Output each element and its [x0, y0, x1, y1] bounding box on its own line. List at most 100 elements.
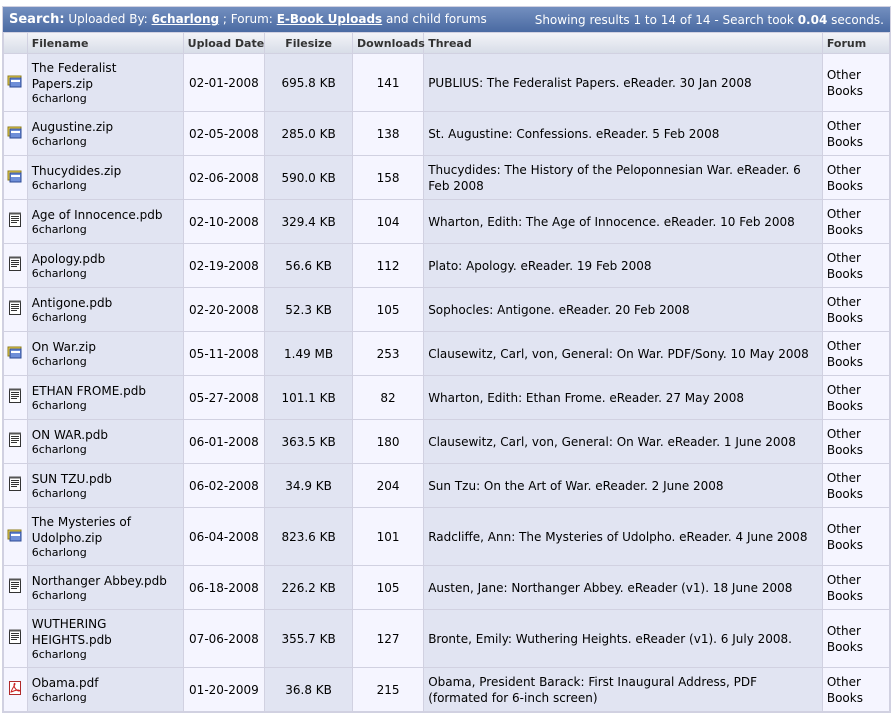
uploader-link[interactable]: 6charlong: [152, 12, 220, 26]
thread-link[interactable]: Thucydides: The History of the Peloponne…: [424, 156, 822, 199]
thread-link[interactable]: Bronte, Emily: Wuthering Heights. eReade…: [424, 610, 822, 667]
download-count: 82: [352, 376, 424, 419]
uploader-name: 6charlong: [31, 546, 87, 559]
search-criteria: Search: Uploaded By: 6charlong ; Forum: …: [9, 12, 487, 27]
forum-cell: Other Books: [822, 244, 889, 287]
file-type-cell: [4, 288, 27, 331]
forum-label: ; Forum:: [222, 12, 273, 26]
uploader-name: 6charlong: [31, 487, 87, 500]
filename-link[interactable]: ETHAN FROME.pdb: [32, 383, 179, 399]
forum-link-row[interactable]: Other Books: [827, 67, 885, 99]
filename-link[interactable]: Antigone.pdb: [32, 295, 179, 311]
filesize: 101.1 KB: [265, 376, 352, 419]
filename-link[interactable]: Apology.pdb: [32, 251, 179, 267]
forum-link-row[interactable]: Other Books: [827, 426, 885, 458]
filename-link[interactable]: The Federalist Papers.zip: [32, 60, 179, 92]
forum-cell: Other Books: [822, 668, 889, 711]
download-count: 180: [352, 420, 424, 463]
filesize: 56.6 KB: [265, 244, 352, 287]
upload-date: 06-01-2008: [183, 420, 265, 463]
forum-link-row[interactable]: Other Books: [827, 338, 885, 370]
forum-link-row[interactable]: Other Books: [827, 382, 885, 414]
filename-link[interactable]: Age of Innocence.pdb: [32, 207, 179, 223]
filename-link[interactable]: Northanger Abbey.pdb: [32, 573, 179, 589]
thread-link[interactable]: Austen, Jane: Northanger Abbey. eReader …: [424, 566, 822, 609]
column-header-forum[interactable]: Forum: [822, 33, 889, 53]
forum-cell: Other Books: [822, 156, 889, 199]
file-type-cell: [4, 244, 27, 287]
column-header-filesize[interactable]: Filesize: [265, 33, 352, 53]
search-results-panel: Search: Uploaded By: 6charlong ; Forum: …: [2, 6, 891, 713]
forum-link-row[interactable]: Other Books: [827, 118, 885, 150]
filesize: 329.4 KB: [265, 200, 352, 243]
thread-link[interactable]: PUBLIUS: The Federalist Papers. eReader.…: [424, 54, 822, 111]
forum-cell: Other Books: [822, 200, 889, 243]
forum-link-row[interactable]: Other Books: [827, 521, 885, 553]
thread-link[interactable]: Plato: Apology. eReader. 19 Feb 2008: [424, 244, 822, 287]
forum-link-row[interactable]: Other Books: [827, 470, 885, 502]
forum-link[interactable]: E-Book Uploads: [277, 12, 383, 26]
filename-cell: Thucydides.zip 6charlong: [27, 156, 183, 199]
filesize: 363.5 KB: [265, 420, 352, 463]
file-type-cell: [4, 376, 27, 419]
thread-link[interactable]: Obama, President Barack: First Inaugural…: [424, 668, 822, 711]
forum-link-row[interactable]: Other Books: [827, 572, 885, 604]
uploaded-by-label: Uploaded By:: [68, 12, 148, 26]
thread-link[interactable]: Wharton, Edith: Ethan Frome. eReader. 27…: [424, 376, 822, 419]
filename-link[interactable]: On War.zip: [32, 339, 179, 355]
table-body: The Federalist Papers.zip 6charlong 02-0…: [4, 54, 889, 711]
filename-link[interactable]: Augustine.zip: [32, 119, 179, 135]
uploader-name: 6charlong: [31, 179, 87, 192]
upload-date: 06-04-2008: [183, 508, 265, 565]
forum-link-row[interactable]: Other Books: [827, 674, 885, 706]
table-row: WUTHERING HEIGHTS.pdb 6charlong 07-06-20…: [4, 610, 889, 667]
table-row: Thucydides.zip 6charlong 02-06-2008 590.…: [4, 156, 889, 199]
thread-link[interactable]: St. Augustine: Confessions. eReader. 5 F…: [424, 112, 822, 155]
document-icon: [7, 388, 23, 404]
filesize: 355.7 KB: [265, 610, 352, 667]
zip-archive-icon: [7, 73, 23, 89]
thread-link[interactable]: Clausewitz, Carl, von, General: On War. …: [424, 332, 822, 375]
filename-link[interactable]: ON WAR.pdb: [32, 427, 179, 443]
download-count: 253: [352, 332, 424, 375]
upload-date: 06-02-2008: [183, 464, 265, 507]
uploader-name: 6charlong: [31, 223, 87, 236]
forum-link-row[interactable]: Other Books: [827, 294, 885, 326]
upload-date: 05-27-2008: [183, 376, 265, 419]
file-type-cell: [4, 610, 27, 667]
column-header-upload-date[interactable]: Upload Date: [183, 33, 265, 53]
filename-cell: The Federalist Papers.zip 6charlong: [27, 54, 183, 111]
document-icon: [7, 578, 23, 594]
uploader-name: 6charlong: [31, 311, 87, 324]
forum-link-row[interactable]: Other Books: [827, 623, 885, 655]
zip-archive-icon: [7, 344, 23, 360]
search-time: 0.04: [797, 12, 828, 27]
forum-cell: Other Books: [822, 464, 889, 507]
download-count: 105: [352, 566, 424, 609]
thread-link[interactable]: Clausewitz, Carl, von, General: On War. …: [424, 420, 822, 463]
thread-link[interactable]: Wharton, Edith: The Age of Innocence. eR…: [424, 200, 822, 243]
filename-link[interactable]: SUN TZU.pdb: [32, 471, 179, 487]
column-header-thread[interactable]: Thread: [424, 33, 822, 53]
table-header-row: Filename Upload Date Filesize Downloads …: [4, 33, 889, 53]
forum-cell: Other Books: [822, 112, 889, 155]
filename-link[interactable]: Obama.pdf: [32, 675, 179, 691]
filename-link[interactable]: The Mysteries of Udolpho.zip: [32, 514, 179, 546]
download-count: 138: [352, 112, 424, 155]
table-row: Augustine.zip 6charlong 02-05-2008 285.0…: [4, 112, 889, 155]
column-header-filename[interactable]: Filename: [27, 33, 183, 53]
thread-link[interactable]: Radcliffe, Ann: The Mysteries of Udolpho…: [424, 508, 822, 565]
filename-link[interactable]: WUTHERING HEIGHTS.pdb: [32, 616, 179, 648]
upload-date: 02-10-2008: [183, 200, 265, 243]
forum-link-row[interactable]: Other Books: [827, 206, 885, 238]
document-icon: [7, 256, 23, 272]
column-header-downloads[interactable]: Downloads: [352, 33, 425, 53]
thread-link[interactable]: Sun Tzu: On the Art of War. eReader. 2 J…: [424, 464, 822, 507]
upload-date: 01-20-2009: [183, 668, 265, 711]
filesize: 1.49 MB: [265, 332, 352, 375]
table-row: ETHAN FROME.pdb 6charlong 05-27-2008 101…: [4, 376, 889, 419]
thread-link[interactable]: Sophocles: Antigone. eReader. 20 Feb 200…: [424, 288, 822, 331]
filename-link[interactable]: Thucydides.zip: [32, 163, 179, 179]
forum-link-row[interactable]: Other Books: [827, 250, 885, 282]
forum-link-row[interactable]: Other Books: [827, 162, 885, 194]
